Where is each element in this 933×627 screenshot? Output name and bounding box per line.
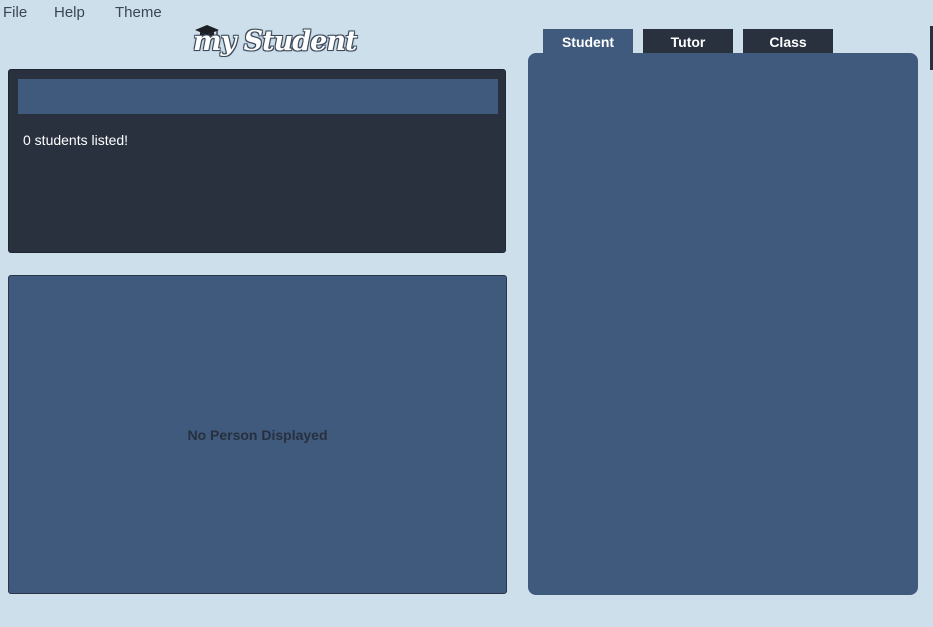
search-input[interactable] — [18, 79, 498, 114]
empty-detail-message: No Person Displayed — [187, 427, 328, 443]
student-list-panel: 0 students listed! — [8, 69, 506, 253]
menu-theme[interactable]: Theme — [115, 4, 162, 21]
menu-bar: File Help Theme — [0, 0, 933, 26]
app-logo: my Student — [188, 24, 357, 70]
tab-student[interactable]: Student — [543, 29, 633, 53]
menu-help[interactable]: Help — [54, 4, 85, 21]
tab-content-panel — [528, 53, 918, 595]
list-status-text: 0 students listed! — [23, 132, 129, 148]
logo-text: my Student — [193, 26, 357, 57]
menu-file[interactable]: File — [3, 4, 27, 21]
person-detail-panel: No Person Displayed — [8, 275, 507, 594]
tab-tutor[interactable]: Tutor — [643, 29, 733, 53]
tab-class[interactable]: Class — [743, 29, 833, 53]
